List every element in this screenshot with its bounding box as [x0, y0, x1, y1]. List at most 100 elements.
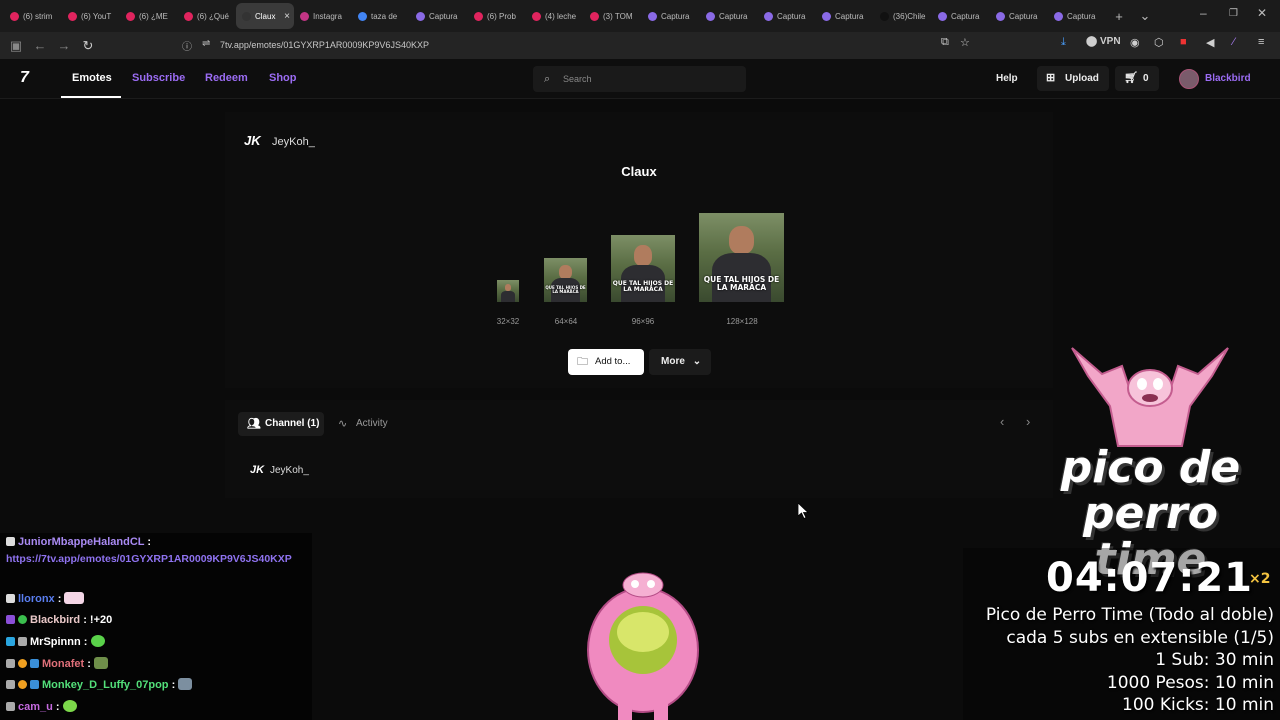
- tab-label: Captura: [835, 11, 864, 21]
- browser-tab[interactable]: (36)Chile: [874, 3, 932, 29]
- browser-tab[interactable]: (6) ¿ME: [120, 3, 178, 29]
- chat-username: lloronx: [18, 593, 55, 605]
- download-icon[interactable]: ⤓: [1061, 36, 1066, 49]
- nav-redeem[interactable]: Redeem: [205, 72, 248, 84]
- browser-tab[interactable]: Captura: [700, 3, 758, 29]
- mouse-cursor-icon: [798, 503, 810, 519]
- search-input[interactable]: ⌕ Search: [533, 66, 746, 92]
- browser-tab[interactable]: Captura: [642, 3, 700, 29]
- menu-icon[interactable]: ≡: [1258, 36, 1264, 48]
- chat-link[interactable]: https://7tv.app/emotes/01GYXRP1AR0009KP9…: [6, 551, 308, 568]
- minimize-icon[interactable]: –: [1200, 6, 1207, 20]
- tab-favicon-icon: [126, 11, 135, 21]
- user-name[interactable]: Blackbird: [1205, 73, 1251, 84]
- chat-badge-icon: [6, 637, 15, 646]
- extension-7tv-icon[interactable]: ⁄: [1233, 36, 1235, 48]
- tab-label: Captura: [661, 11, 690, 21]
- browser-tab[interactable]: Claux ×: [236, 3, 294, 29]
- back-icon[interactable]: ←: [28, 38, 52, 53]
- countdown-timer: 04:07:21: [1046, 555, 1253, 601]
- nav-emotes[interactable]: Emotes: [72, 72, 112, 84]
- stream-chat-overlay: JuniorMbappeHalandCL : https://7tv.app/e…: [0, 533, 312, 720]
- add-to-button[interactable]: 🗀︎ Add to...: [568, 349, 644, 375]
- browser-tab[interactable]: (3) TOM: [584, 3, 642, 29]
- tab-favicon-icon: [996, 11, 1005, 21]
- tab-channel[interactable]: 👥︎ Channel (1): [238, 412, 324, 436]
- channel-user-name: JeyKoh_: [270, 465, 309, 476]
- tab-search-icon[interactable]: ⌄: [1132, 8, 1158, 24]
- browser-tab[interactable]: Captura: [1048, 3, 1106, 29]
- browser-tab[interactable]: Instagra: [294, 3, 352, 29]
- browser-tab[interactable]: (6) ¿Qué: [178, 3, 236, 29]
- browser-tab[interactable]: Captura: [410, 3, 468, 29]
- sidebar-icon[interactable]: ▣: [4, 38, 28, 54]
- browser-tab[interactable]: Captura: [816, 3, 874, 29]
- profile-icon[interactable]: ◉: [1130, 36, 1140, 49]
- rule-line: Pico de Perro Time (Todo al doble): [985, 605, 1274, 625]
- emote-title: Claux: [621, 164, 657, 179]
- close-window-icon[interactable]: ✕: [1257, 6, 1267, 20]
- tab-favicon-icon: [416, 11, 425, 21]
- chevron-down-icon: ⌄: [692, 356, 702, 367]
- tab-label: (4) leche: [545, 11, 577, 21]
- tab-favicon-icon: [822, 11, 831, 21]
- chat-username: Blackbird: [30, 614, 81, 626]
- nav-shop[interactable]: Shop: [269, 72, 297, 84]
- browser-tab[interactable]: Captura: [990, 3, 1048, 29]
- emote-icon: [93, 657, 108, 669]
- tab-label: Instagra: [313, 11, 342, 21]
- pink-panther-image: [1071, 347, 1229, 447]
- browser-tab[interactable]: (4) leche: [526, 3, 584, 29]
- browser-tab[interactable]: taza de: [352, 3, 410, 29]
- chat-username: Monkey_D_Luffy_07pop: [42, 679, 169, 691]
- extensions-icon[interactable]: ⬡: [1154, 36, 1164, 49]
- chat-message: Monafet :: [6, 657, 108, 671]
- browser-tab[interactable]: Captura: [932, 3, 990, 29]
- upload-icon: ⊞: [1046, 72, 1056, 84]
- size-label-128: 128×128: [726, 317, 758, 326]
- avatar[interactable]: [1179, 69, 1199, 89]
- tab-label: (6) ¿Qué: [197, 11, 230, 21]
- volume-icon[interactable]: ◀: [1206, 36, 1214, 49]
- nav-subscribe[interactable]: Subscribe: [132, 72, 185, 84]
- url-field[interactable]: 7tv.app/emotes/01GYXRP1AR0009KP9V6JS40KX…: [180, 36, 980, 55]
- browser-tab[interactable]: (6) YouT: [62, 3, 120, 29]
- browser-tab[interactable]: Captura: [758, 3, 816, 29]
- help-button[interactable]: Help: [986, 66, 1028, 91]
- chevron-right-icon[interactable]: ›: [1026, 414, 1030, 429]
- bookmark-star-icon[interactable]: ☆: [960, 36, 970, 49]
- emote-caption: QUE TAL HIJOS DE LA MARACA: [612, 280, 674, 294]
- more-button[interactable]: More ⌄: [649, 349, 711, 375]
- tab-favicon-icon: [764, 11, 773, 21]
- browser-tab[interactable]: (6) Prob: [468, 3, 526, 29]
- channel-user[interactable]: JK JeyKoh_: [250, 464, 309, 476]
- record-icon[interactable]: ■: [1180, 36, 1187, 48]
- tab-favicon-icon: [1054, 11, 1063, 21]
- rule-line: 1000 Pesos: 10 min: [1106, 672, 1274, 693]
- upload-button[interactable]: ⊞ Upload: [1037, 66, 1109, 91]
- new-tab-icon[interactable]: +: [1106, 9, 1132, 24]
- cart-count: 0: [1143, 73, 1149, 84]
- emote-owner[interactable]: JK JeyKoh_: [244, 133, 315, 148]
- tab-label: (36)Chile: [893, 11, 926, 21]
- forward-icon[interactable]: →: [52, 38, 76, 53]
- multiplier-badge: ×2: [1249, 571, 1271, 587]
- tab-favicon-icon: [300, 11, 309, 21]
- close-tab-icon[interactable]: ×: [284, 11, 290, 22]
- tab-label: (3) TOM: [603, 11, 633, 21]
- logo-line-1: pico de perro: [1060, 442, 1241, 539]
- rule-line: 1 Sub: 30 min: [1155, 650, 1274, 671]
- 7tv-logo[interactable]: 7: [20, 69, 29, 87]
- maximize-icon[interactable]: ❐: [1229, 8, 1238, 19]
- reload-icon[interactable]: ↻: [76, 38, 100, 54]
- cart-button[interactable]: 🛒︎ 0: [1115, 66, 1159, 91]
- tab-favicon-icon: [880, 11, 889, 21]
- screen-icon[interactable]: ⧉: [941, 36, 949, 49]
- tab-activity[interactable]: ∿ Activity: [329, 412, 399, 436]
- chat-username: cam_u: [18, 701, 53, 713]
- vpn-button[interactable]: ⬤ VPN: [1086, 36, 1121, 47]
- emote-preview-96: QUE TAL HIJOS DE LA MARACA: [611, 235, 675, 302]
- browser-tab[interactable]: (6) strim: [4, 3, 62, 29]
- nav-active-underline: [61, 96, 121, 98]
- chevron-left-icon[interactable]: ‹: [1000, 414, 1004, 429]
